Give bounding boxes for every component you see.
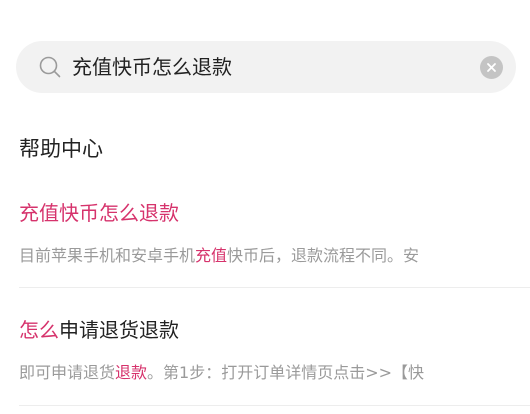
- result-title: 怎么申请退货退款: [19, 314, 179, 343]
- snippet-text: 即可申请退货: [19, 363, 116, 382]
- result-snippet: 目前苹果手机和安卓手机充值快币后，退款流程不同。安: [19, 242, 419, 266]
- snippet-text: 快币后，退款流程不同。安: [227, 246, 420, 265]
- snippet-highlight: 充值: [195, 246, 228, 265]
- snippet-text: 。第1步：打开订单详情页点击>>【快: [147, 363, 425, 382]
- result-title: 充值快币怎么退款: [19, 197, 179, 226]
- divider: [19, 287, 530, 288]
- result-title-highlight: 怎么: [19, 318, 59, 342]
- snippet-text: 目前苹果手机和安卓手机: [19, 246, 196, 265]
- snippet-highlight: 退款: [115, 363, 148, 382]
- result-title-text: 充值快币怎么退款: [19, 201, 179, 225]
- result-snippet: 即可申请退货退款。第1步：打开订单详情页点击>>【快: [19, 359, 424, 383]
- result-title-text: 申请退货退款: [59, 318, 179, 342]
- result-item-2[interactable]: 怎么申请退货退款 即可申请退货退款。第1步：打开订单详情页点击>>【快: [0, 290, 530, 414]
- result-item-1[interactable]: 充值快币怎么退款 目前苹果手机和安卓手机充值快币后，退款流程不同。安: [0, 0, 530, 290]
- divider: [19, 405, 530, 406]
